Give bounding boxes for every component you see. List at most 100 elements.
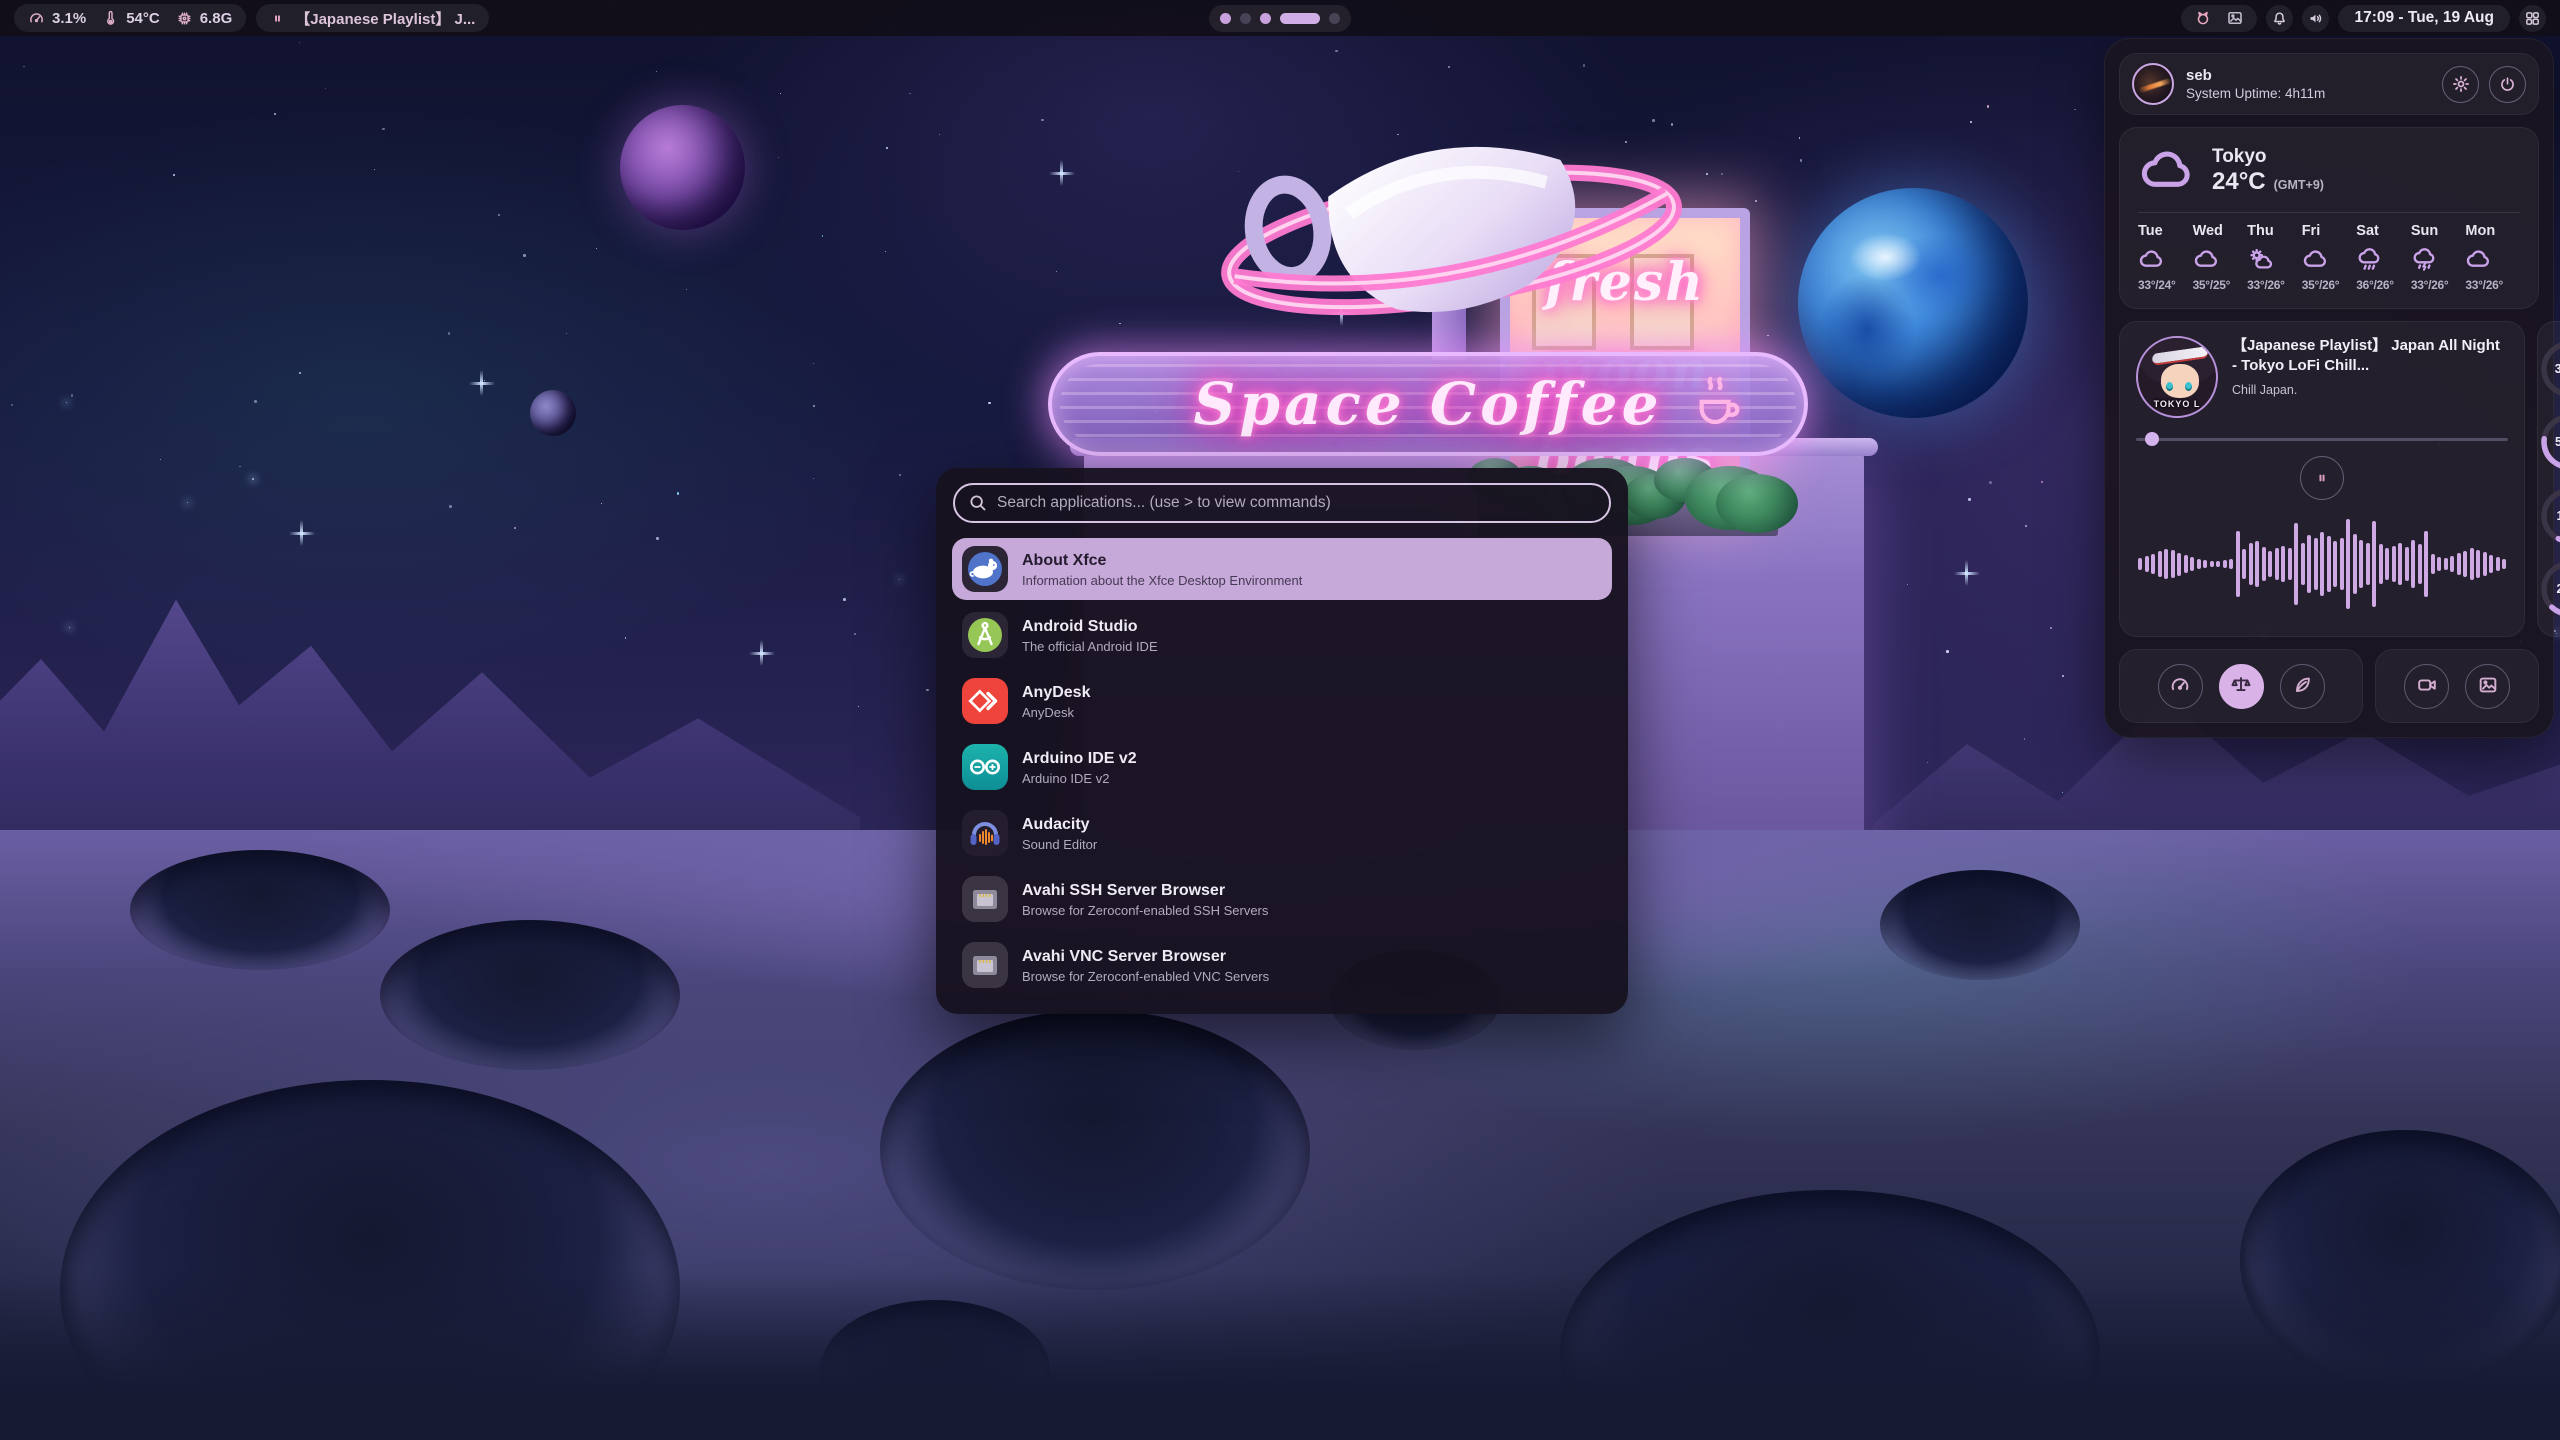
crater [60,1080,680,1440]
audio-waveform [2136,504,2508,622]
system-uptime: System Uptime: 4h11m [2186,86,2325,101]
star [274,113,276,115]
system-stats-pill[interactable]: 3.1% 54°C 6.8G [14,4,246,32]
gauge-icon [2169,674,2191,699]
star [813,478,814,479]
sign-text: Space Coffee [1052,370,1804,438]
screenshot-button[interactable] [2465,664,2510,709]
crater [1880,870,2080,980]
star [1927,762,1928,763]
top-bar: 3.1% 54°C 6.8G 【Japanese Playlist】 J... … [0,0,2560,36]
speaker-icon [2307,10,2324,27]
star [656,71,657,72]
memory-stat: 6.8G [176,10,233,27]
user-name: seb [2186,67,2325,84]
crater [880,1010,1310,1290]
star [813,405,815,407]
partly-icon [2247,246,2302,272]
star [187,502,189,504]
cloud-icon [2138,246,2193,272]
screen-record-button[interactable] [2404,664,2449,709]
weather-card: Tokyo 24°C (GMT+9) Tue 33°/24° Wed 35°/2… [2119,127,2539,309]
wallpaper-icon[interactable] [2226,9,2244,27]
app-row-anydesk[interactable]: AnyDesk AnyDesk [952,670,1612,732]
star [677,492,680,495]
gauge-gauge: 3.1% [2538,338,2560,400]
workspace-dot-4[interactable] [1280,13,1320,24]
search-input[interactable] [953,483,1611,523]
star [2062,675,2064,677]
android-studio-icon [962,612,1008,658]
app-row-android-studio[interactable]: Android Studio The official Android IDE [952,604,1612,666]
star [566,333,567,334]
workspace-dot-5[interactable] [1329,13,1340,24]
star [382,128,385,131]
album-art[interactable]: TOKYO L [2136,336,2218,418]
control-panel: seb System Uptime: 4h11m Tokyo 24°C (GMT… [2104,38,2554,738]
workspace-dot-2[interactable] [1240,13,1251,24]
star [886,147,888,149]
workspace-dot-1[interactable] [1220,13,1231,24]
notifications-button[interactable] [2266,5,2293,32]
cloud-icon [2302,246,2357,272]
purple-planet [620,105,745,230]
star [1989,481,1992,484]
app-row-network[interactable]: Avahi VNC Server Browser Browse for Zero… [952,934,1612,996]
weather-city: Tokyo [2212,146,2324,168]
forecast-day-mon: Mon 33°/26° [2465,223,2520,292]
play-pause-button[interactable] [2300,456,2344,500]
scales-icon [2230,674,2252,699]
star [926,689,928,691]
app-row-xfce[interactable]: About Xfce Information about the Xfce De… [952,538,1612,600]
cloud-icon [2193,246,2248,272]
cat-icon[interactable] [2194,9,2212,27]
star [2041,481,2043,483]
star [656,537,658,539]
temperature-stat: 54°C [102,10,160,27]
powersave-profile-button[interactable] [2280,664,2325,709]
star [885,251,886,252]
power-profile-group [2119,649,2363,723]
cpu-stat: 3.1% [28,10,86,27]
grid-icon [2524,10,2541,27]
sparkle-star [760,640,763,666]
star [449,505,452,508]
sparkle-star [1965,560,1968,586]
app-row-audacity[interactable]: Audacity Sound Editor [952,802,1612,864]
power-button[interactable] [2489,66,2526,103]
media-pill[interactable]: 【Japanese Playlist】 J... [256,4,489,32]
star [2024,738,2025,739]
star [899,474,901,476]
pause-icon [270,11,285,26]
star [2050,627,2052,629]
app-row-network[interactable]: Avahi SSH Server Browser Browse for Zero… [952,868,1612,930]
overview-button[interactable] [2519,5,2546,32]
crater [820,1300,1050,1440]
star [11,404,14,407]
star [23,66,25,68]
crater [2240,1130,2560,1390]
seek-knob[interactable] [2145,432,2159,446]
workspace-dot-3[interactable] [1260,13,1271,24]
cloud-icon [2465,246,2520,272]
balanced-profile-button[interactable] [2219,664,2264,709]
saturn-coffee-cup [1170,100,1730,360]
star [2025,525,2027,527]
settings-button[interactable] [2442,66,2479,103]
clock[interactable]: 17:09 - Tue, 19 Aug [2338,5,2510,32]
app-row-arduino[interactable]: Arduino IDE v2 Arduino IDE v2 [952,736,1612,798]
star [299,372,301,374]
seek-bar[interactable] [2136,432,2508,446]
system-tray [2181,5,2257,32]
star [988,402,990,404]
volume-button[interactable] [2302,5,2329,32]
forecast-day-wed: Wed 35°/25° [2193,223,2248,292]
anydesk-icon [962,678,1008,724]
crater [130,850,390,970]
star [1907,584,1908,585]
workspace-switcher[interactable] [1209,5,1351,32]
star [854,633,856,635]
gauge-disk: 24% [2538,558,2560,620]
track-title: 【Japanese Playlist】 Japan All Night - To… [2232,336,2508,377]
performance-profile-button[interactable] [2158,664,2203,709]
